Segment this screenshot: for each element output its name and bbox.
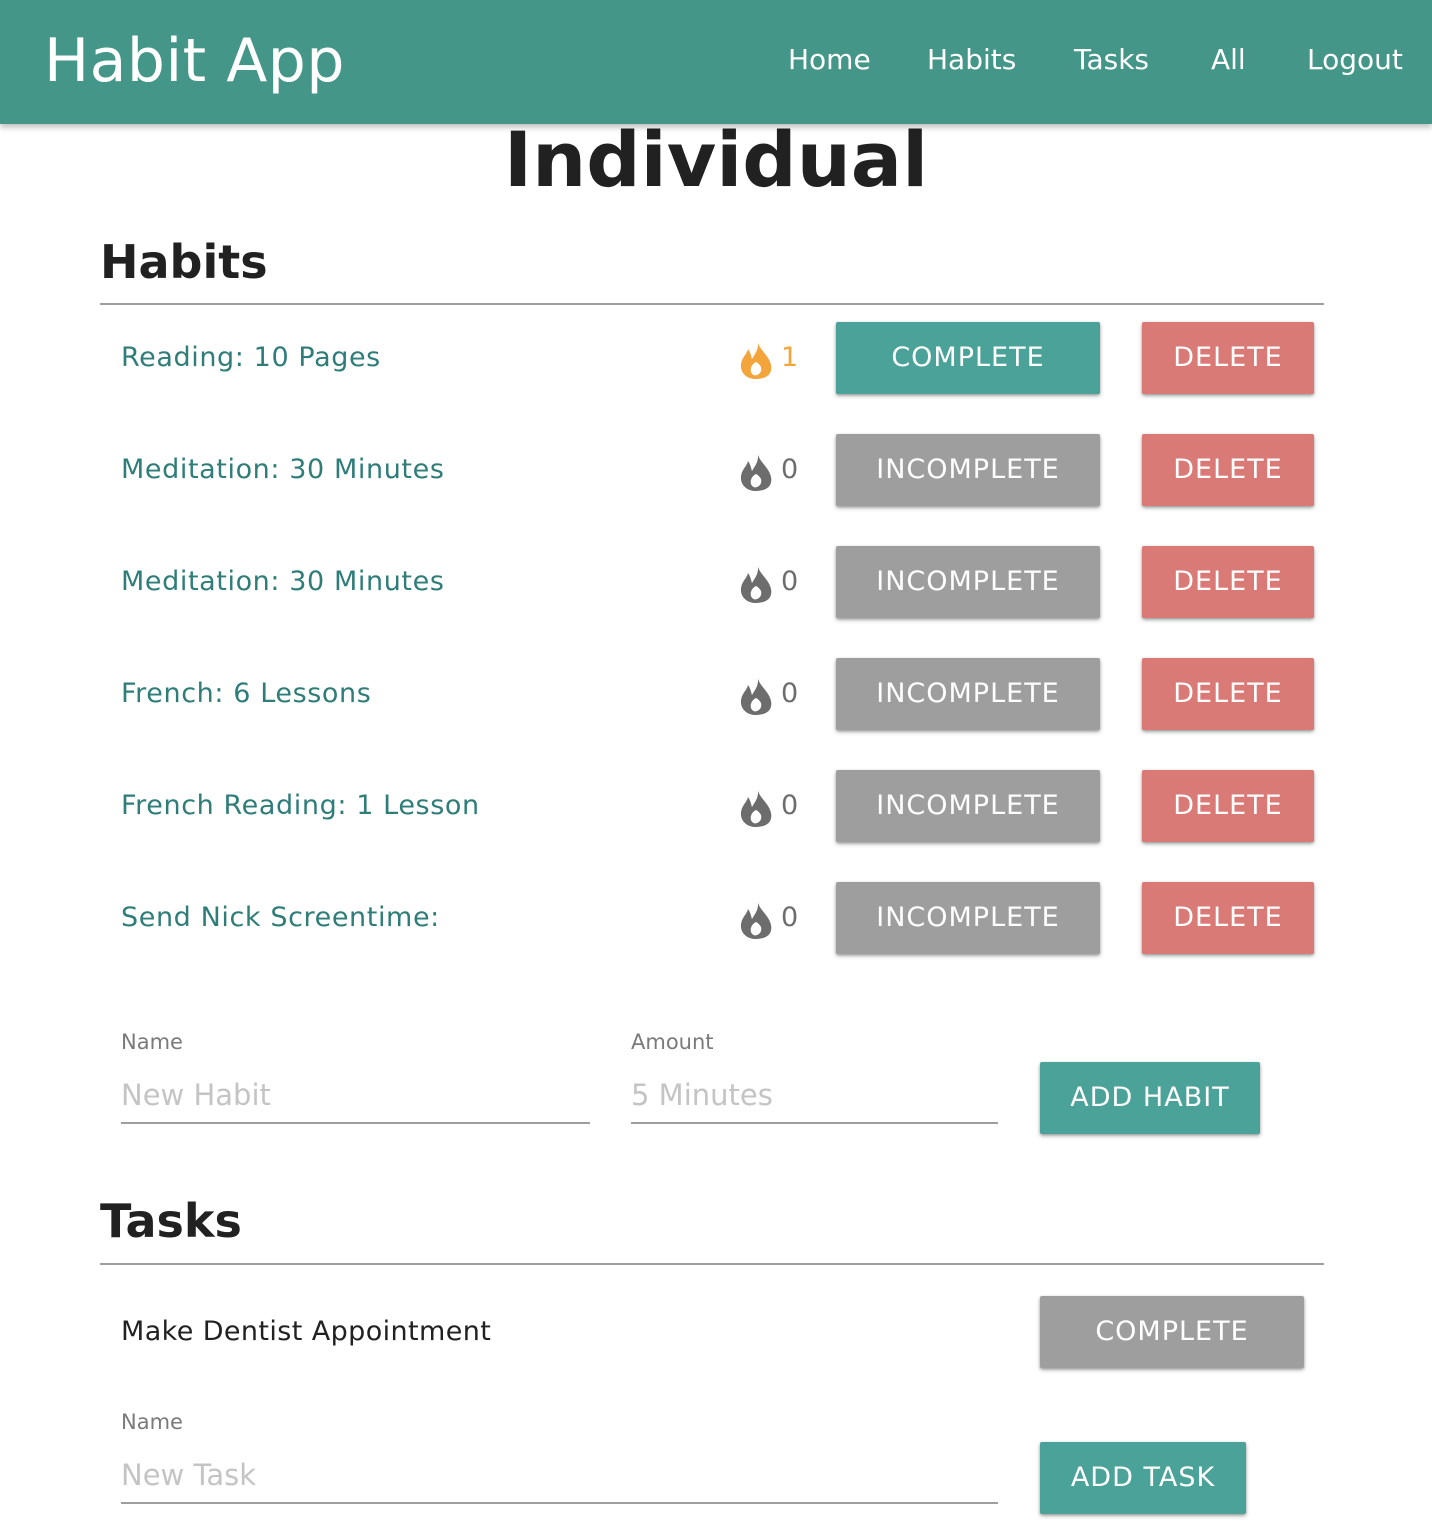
habit-name: Meditation: 30 Minutes: [121, 454, 445, 485]
habit-delete-button[interactable]: DELETE: [1142, 434, 1314, 506]
task-item-name: Make Dentist Appointment: [121, 1316, 492, 1347]
nav-tasks-link[interactable]: Tasks: [1074, 42, 1149, 78]
top-navbar: Habit App Home Habits Tasks All Logout: [0, 0, 1432, 124]
nav-logout-link[interactable]: Logout: [1307, 42, 1403, 78]
habit-streak: 0: [738, 450, 808, 491]
page-title: Individual: [503, 115, 929, 204]
habit-status-button[interactable]: INCOMPLETE: [836, 546, 1100, 618]
habit-row: Reading: 10 Pages 1 COMPLETE DELETE: [100, 322, 1324, 394]
task-name-label: Name: [121, 1410, 183, 1434]
habit-streak: 0: [738, 674, 808, 715]
streak-count: 1: [781, 342, 799, 373]
nav-all-link[interactable]: All: [1211, 42, 1246, 78]
habit-amount-label: Amount: [631, 1030, 714, 1054]
habit-name: Reading: 10 Pages: [121, 342, 381, 373]
habit-streak: 0: [738, 562, 808, 603]
streak-count: 0: [781, 790, 799, 821]
task-name-input[interactable]: [121, 1448, 998, 1504]
habit-name: French: 6 Lessons: [121, 678, 372, 709]
habit-streak: 0: [738, 786, 808, 827]
add-habit-button[interactable]: ADD HABIT: [1040, 1062, 1260, 1134]
habit-row: French Reading: 1 Lesson 0 INCOMPLETE DELET…: [100, 770, 1324, 842]
app-brand[interactable]: Habit App: [44, 24, 345, 98]
habit-row: Meditation: 30 Minutes 0 INCOMPLETE DELETE: [100, 434, 1324, 506]
habit-row: Send Nick Screentime: 0 INCOMPLETE DELETE: [100, 882, 1324, 954]
habit-status-button[interactable]: INCOMPLETE: [836, 770, 1100, 842]
tasks-divider: [100, 1263, 1324, 1265]
tasks-section-title: Tasks: [100, 1194, 242, 1248]
nav-home-link[interactable]: Home: [788, 42, 871, 78]
streak-count: 0: [781, 566, 799, 597]
habit-name: Send Nick Screentime:: [121, 902, 440, 933]
nav-habits-link[interactable]: Habits: [927, 42, 1016, 78]
habit-delete-button[interactable]: DELETE: [1142, 658, 1314, 730]
task-complete-button[interactable]: COMPLETE: [1040, 1296, 1304, 1368]
habit-amount-input[interactable]: [631, 1068, 998, 1124]
add-task-button[interactable]: ADD TASK: [1040, 1442, 1246, 1514]
habit-status-button[interactable]: INCOMPLETE: [836, 434, 1100, 506]
habit-status-button[interactable]: INCOMPLETE: [836, 658, 1100, 730]
habit-delete-button[interactable]: DELETE: [1142, 546, 1314, 618]
habit-name: Meditation: 30 Minutes: [121, 566, 445, 597]
streak-count: 0: [781, 678, 799, 709]
habit-streak: 1: [738, 338, 808, 379]
habit-row: Meditation: 30 Minutes 0 INCOMPLETE DELETE: [100, 546, 1324, 618]
habit-name-input[interactable]: [121, 1068, 590, 1124]
habit-status-button[interactable]: INCOMPLETE: [836, 882, 1100, 954]
habit-name: French Reading: 1 Lesson: [121, 790, 480, 821]
habit-status-button[interactable]: COMPLETE: [836, 322, 1100, 394]
habit-row: French: 6 Lessons 0 INCOMPLETE DELETE: [100, 658, 1324, 730]
habit-delete-button[interactable]: DELETE: [1142, 322, 1314, 394]
habits-section-title: Habits: [100, 235, 268, 289]
streak-count: 0: [781, 454, 799, 485]
habit-name-label: Name: [121, 1030, 183, 1054]
streak-count: 0: [781, 902, 799, 933]
habits-divider: [100, 303, 1324, 305]
habit-delete-button[interactable]: DELETE: [1142, 882, 1314, 954]
habit-delete-button[interactable]: DELETE: [1142, 770, 1314, 842]
habit-streak: 0: [738, 898, 808, 939]
